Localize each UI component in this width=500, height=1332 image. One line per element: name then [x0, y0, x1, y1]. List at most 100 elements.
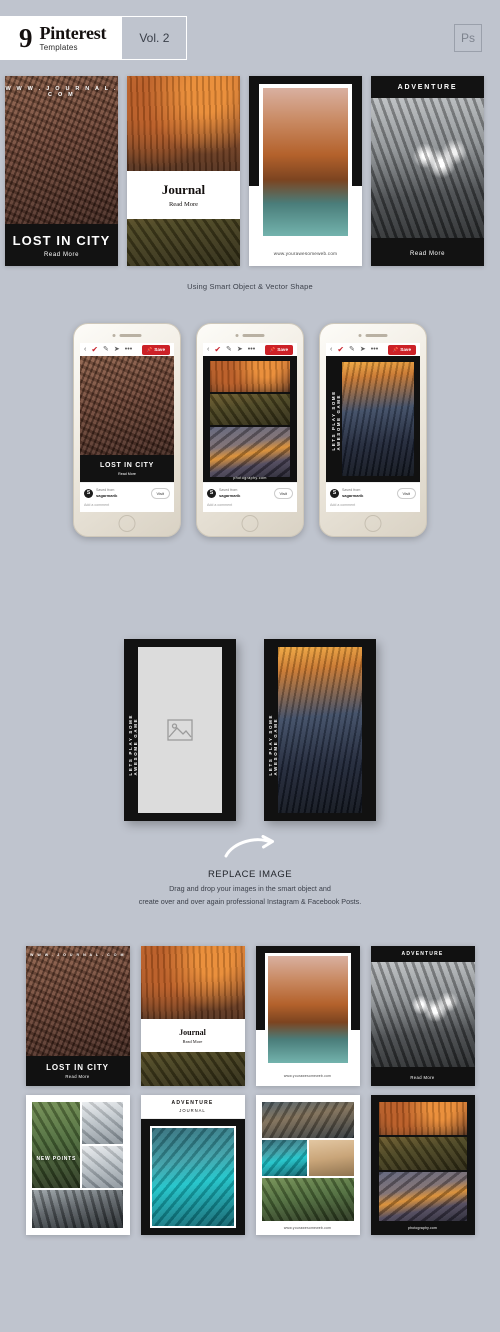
- template-lost-in-city[interactable]: W W W . J O U R N A L . C O M LOST IN CI…: [5, 76, 118, 266]
- replace-image-section: LETS PLAY SOME AWESOME GAME LETS PLAY SO…: [0, 621, 500, 928]
- home-button[interactable]: [241, 515, 259, 532]
- pinterest-toolbar: ‹ ✔ ✎ ➤ ••• 📌 Save: [203, 343, 297, 356]
- grid-cell-lost-in-city[interactable]: W W W . J O U R N A L . C O M LOST IN CI…: [25, 946, 130, 1086]
- template-journal[interactable]: Journal Read More: [127, 76, 240, 266]
- template-cta[interactable]: Read More: [410, 251, 445, 257]
- pencil-icon[interactable]: ✎: [226, 346, 232, 353]
- camera-icon: [358, 334, 362, 337]
- grid-cell-adventure[interactable]: ADVENTURE Read More: [370, 946, 475, 1086]
- more-icon[interactable]: •••: [125, 346, 132, 353]
- card-image-slot[interactable]: [278, 647, 362, 813]
- grid-cta[interactable]: Read More: [65, 1074, 89, 1079]
- template-cta[interactable]: Read More: [169, 201, 198, 208]
- back-icon[interactable]: ‹: [207, 346, 209, 353]
- avatar[interactable]: S: [84, 488, 93, 498]
- check-icon[interactable]: ✔: [337, 345, 344, 354]
- visit-button[interactable]: Visit: [150, 487, 170, 499]
- back-icon[interactable]: ‹: [330, 346, 332, 353]
- grid-cell-canal[interactable]: www.yourawesomeweb.com: [255, 946, 360, 1086]
- username[interactable]: sagarmarik: [96, 493, 117, 498]
- brand-text: Pinterest Templates: [39, 22, 107, 52]
- grid-cell-adventure-journal[interactable]: ADVENTURE JOURNAL: [140, 1095, 245, 1235]
- visit-button[interactable]: Visit: [273, 487, 293, 499]
- phone-speaker: [358, 334, 388, 337]
- visit-button[interactable]: Visit: [396, 487, 416, 499]
- template-canal-frame[interactable]: www.yourawesomeweb.com: [249, 76, 362, 266]
- home-button[interactable]: [364, 515, 382, 532]
- comment-input[interactable]: Add a comment: [203, 503, 297, 512]
- save-label: Save: [277, 347, 288, 352]
- photo-canal: [267, 956, 348, 1063]
- template-caption-band: LOST IN CITY Read More: [5, 224, 118, 266]
- pin-image[interactable]: LETS PLAY SOME AWESOME GAME: [326, 356, 420, 482]
- save-button[interactable]: 📌 Save: [264, 344, 293, 355]
- pin-image[interactable]: LOST IN CITY Read More: [80, 356, 174, 482]
- grid-top-url: W W W . J O U R N A L . C O M: [29, 953, 126, 957]
- pin-source: Saved from sagarmarik: [219, 488, 240, 498]
- brand-logo: 9 Pinterest Templates: [1, 17, 123, 59]
- comment-input[interactable]: Add a comment: [80, 503, 174, 512]
- send-icon[interactable]: ➤: [237, 346, 243, 353]
- photo-cliff: [261, 1102, 354, 1138]
- card-image-slot[interactable]: [138, 647, 222, 813]
- grid-title: LOST IN CITY: [46, 1063, 109, 1072]
- pinterest-toolbar: ‹ ✔ ✎ ➤ ••• 📌 Save: [80, 343, 174, 356]
- template-grid-section: W W W . J O U R N A L . C O M LOST IN CI…: [0, 928, 500, 1261]
- photo-jeep: [370, 946, 475, 1086]
- grid-cell-new-points[interactable]: NEW POINTS: [25, 1095, 130, 1235]
- send-icon[interactable]: ➤: [114, 346, 120, 353]
- photo-autumn: [210, 361, 290, 393]
- comment-input[interactable]: Add a comment: [326, 503, 420, 512]
- camera-icon: [112, 334, 116, 337]
- template-title: ADVENTURE: [397, 83, 458, 91]
- grid-cta[interactable]: Read More: [183, 1039, 203, 1044]
- username[interactable]: sagarmarik: [219, 493, 240, 498]
- speaker-grill-icon: [242, 334, 265, 337]
- template-count: 9: [19, 22, 33, 53]
- pin-image[interactable]: photography.com: [203, 356, 297, 482]
- home-button[interactable]: [118, 515, 136, 532]
- grid-url: www.yourawesomeweb.com: [283, 1074, 332, 1078]
- username[interactable]: sagarmarik: [342, 493, 363, 498]
- phone-screen: ‹ ✔ ✎ ➤ ••• 📌 Save LOST IN CITY Read Mor…: [80, 343, 174, 512]
- photo-green-road: NEW POINTS: [31, 1102, 80, 1189]
- grid-title: ADVENTURE: [171, 1100, 214, 1106]
- avatar[interactable]: S: [330, 488, 339, 498]
- photo-canal: [263, 88, 348, 236]
- camera-icon: [235, 334, 239, 337]
- template-cta[interactable]: Read More: [44, 252, 79, 258]
- save-button[interactable]: 📌 Save: [141, 344, 170, 355]
- send-icon[interactable]: ➤: [360, 346, 366, 353]
- photo-coast: [151, 1128, 234, 1226]
- grid-cell-awesome-web[interactable]: www.yourawesomeweb.com: [255, 1095, 360, 1235]
- avatar[interactable]: S: [207, 488, 216, 498]
- pencil-icon[interactable]: ✎: [349, 346, 355, 353]
- pin-icon: 📌: [146, 346, 153, 352]
- replace-card-row: LETS PLAY SOME AWESOME GAME LETS PLAY SO…: [0, 639, 500, 821]
- more-icon[interactable]: •••: [248, 346, 255, 353]
- showcase-caption: Using Smart Object & Vector Shape: [187, 282, 313, 291]
- pin-cta[interactable]: Read More: [118, 472, 136, 476]
- pin-source: Saved from sagarmarik: [96, 488, 117, 498]
- card-filled[interactable]: LETS PLAY SOME AWESOME GAME: [264, 639, 376, 821]
- grid-cta[interactable]: Read More: [410, 1075, 434, 1080]
- pin-vertical-label: LETS PLAY SOME AWESOME GAME: [331, 390, 341, 451]
- save-label: Save: [154, 347, 165, 352]
- phone-mockup: ‹ ✔ ✎ ➤ ••• 📌 Save LETS PLAY SOME AWESOM…: [319, 323, 427, 537]
- grid-header-band: ADVENTURE JOURNAL: [140, 1095, 245, 1119]
- photo-hillside: [378, 1136, 467, 1170]
- preset-preview-page: 9 Pinterest Templates Vol. 2 Ps W W W . …: [0, 0, 500, 1261]
- grid-cell-photography[interactable]: photography.com: [370, 1095, 475, 1235]
- save-button[interactable]: 📌 Save: [387, 344, 416, 355]
- grid-cell-journal[interactable]: Journal Read More: [140, 946, 245, 1086]
- photo-autumn: [127, 76, 240, 171]
- check-icon[interactable]: ✔: [214, 345, 221, 354]
- card-placeholder[interactable]: LETS PLAY SOME AWESOME GAME: [124, 639, 236, 821]
- more-icon[interactable]: •••: [371, 346, 378, 353]
- phone-screen: ‹ ✔ ✎ ➤ ••• 📌 Save LETS PLAY SOME AWESOM…: [326, 343, 420, 512]
- pencil-icon[interactable]: ✎: [103, 346, 109, 353]
- check-icon[interactable]: ✔: [91, 345, 98, 354]
- page-title: Pinterest: [39, 22, 107, 43]
- back-icon[interactable]: ‹: [84, 346, 86, 353]
- template-adventure[interactable]: ADVENTURE Read More: [371, 76, 484, 266]
